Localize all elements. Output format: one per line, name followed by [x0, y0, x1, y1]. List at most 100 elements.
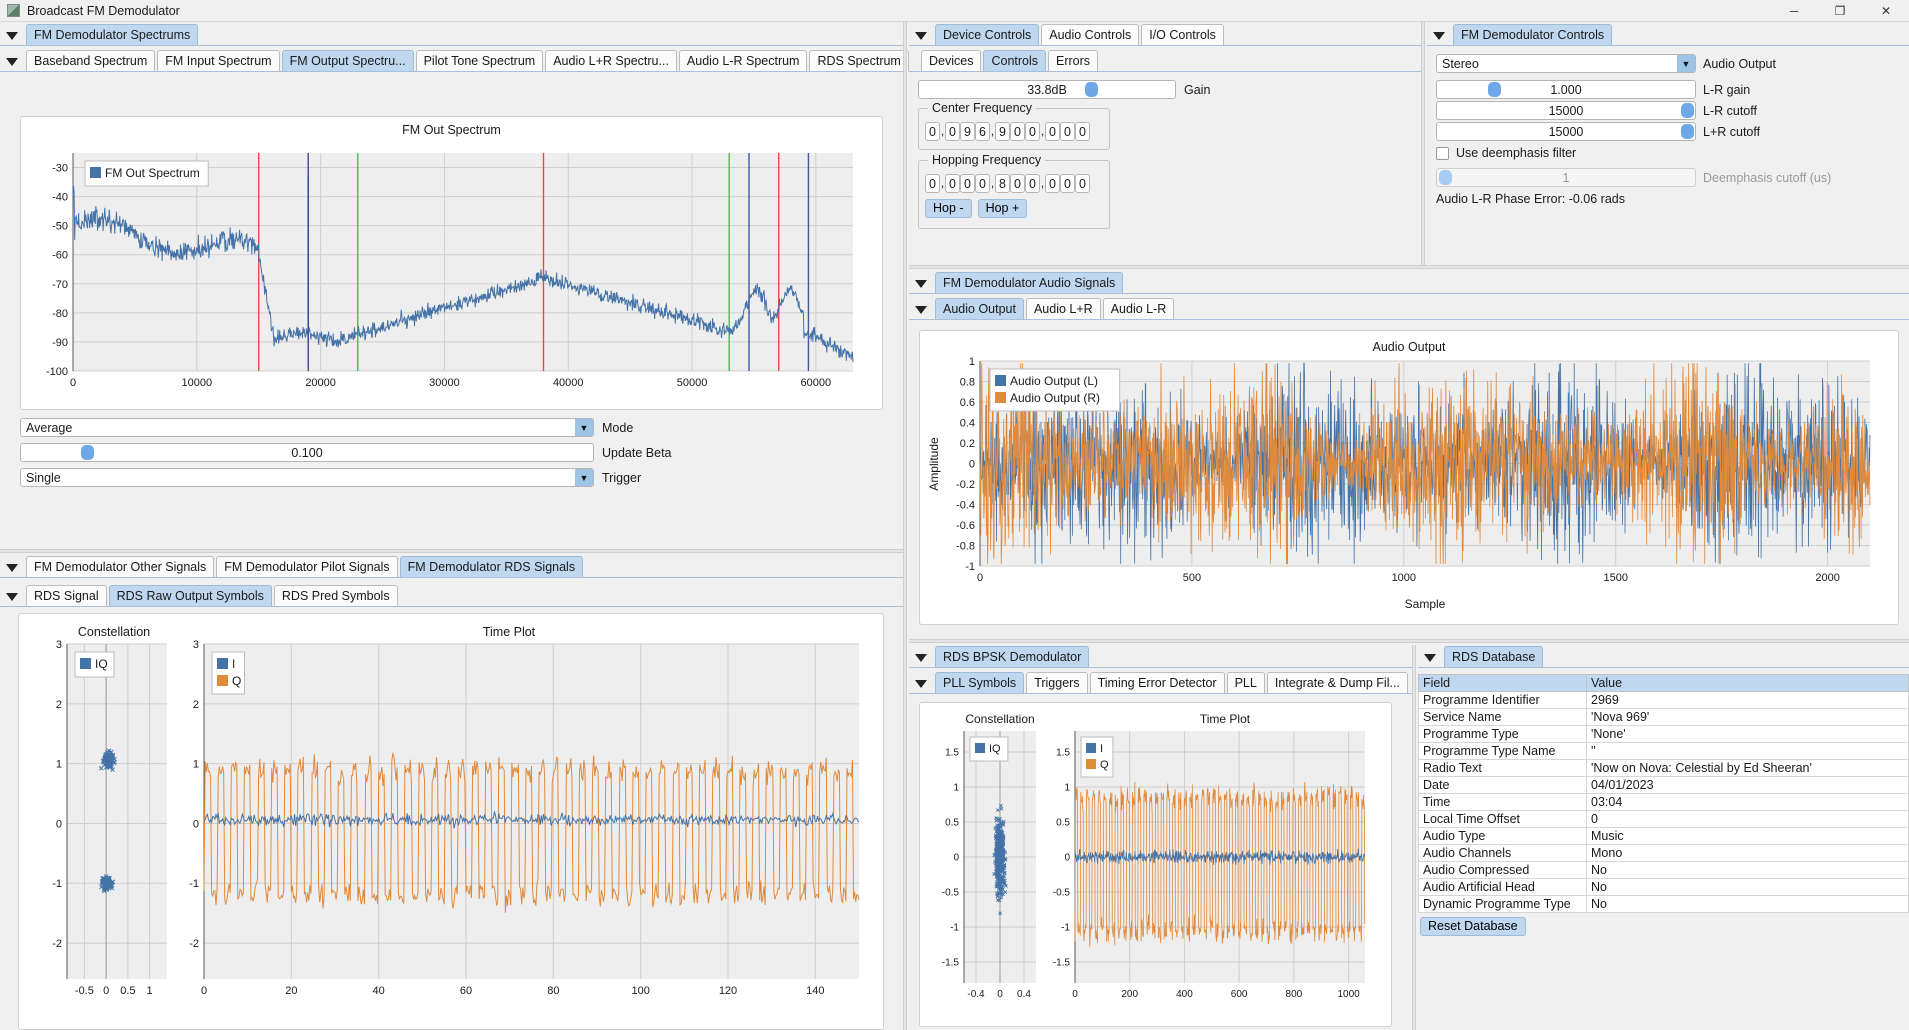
frequency-digit[interactable]: 0: [960, 174, 975, 193]
controls-vertical-divider[interactable]: [1421, 22, 1425, 265]
frequency-digit[interactable]: 0: [1010, 122, 1025, 141]
collapse-triangle-icon[interactable]: [1433, 32, 1445, 40]
tab-pilot-tone-spectrum[interactable]: Pilot Tone Spectrum: [415, 50, 544, 71]
table-row[interactable]: Audio Artificial Head No: [1418, 878, 1909, 896]
tab-fm-demodulator-controls[interactable]: FM Demodulator Controls: [1453, 24, 1613, 45]
lplusr-cutoff-slider[interactable]: 15000: [1436, 122, 1696, 141]
frequency-digit[interactable]: 0: [925, 174, 940, 193]
collapse-triangle-icon[interactable]: [6, 58, 18, 66]
maximize-button[interactable]: ❐: [1817, 0, 1863, 22]
frequency-digit[interactable]: 0: [975, 174, 990, 193]
tab-rds-spectrum[interactable]: RDS Spectrum: [809, 50, 909, 71]
tab-timing-error-detector[interactable]: Timing Error Detector: [1089, 672, 1225, 693]
tab-audio-l-minus-r[interactable]: Audio L-R: [1102, 298, 1175, 319]
trigger-combo[interactable]: Single ▼: [20, 468, 594, 487]
frequency-digit[interactable]: 0: [1025, 122, 1040, 141]
tab-rds-pred-symbols[interactable]: RDS Pred Symbols: [273, 585, 398, 606]
tab-audio-output[interactable]: Audio Output: [935, 298, 1024, 319]
frequency-digit[interactable]: 6: [975, 122, 990, 141]
tab-errors[interactable]: Errors: [1048, 50, 1099, 71]
frequency-digit[interactable]: 0: [945, 122, 960, 141]
deemphasis-checkbox[interactable]: [1436, 146, 1449, 160]
collapse-triangle-icon[interactable]: [915, 680, 927, 688]
hop-minus-button[interactable]: Hop -: [925, 199, 972, 218]
lr-cutoff-slider[interactable]: 15000: [1436, 101, 1696, 120]
frequency-digit[interactable]: 0: [1010, 174, 1025, 193]
fm-out-spectrum-plot[interactable]: 0 10000 20000 30000 40000 50000 60000 -100 -90 -8…: [21, 137, 882, 405]
tab-device-controls[interactable]: Device Controls: [935, 24, 1040, 45]
gain-thumb[interactable]: [1085, 82, 1098, 97]
table-row[interactable]: Audio Compressed No: [1418, 861, 1909, 879]
tab-audio-lr-diff-spectrum[interactable]: Audio L-R Spectrum: [678, 50, 808, 71]
table-row[interactable]: Local Time Offset 0: [1418, 810, 1909, 828]
table-row[interactable]: Time 03:04: [1418, 793, 1909, 811]
tab-pll-symbols[interactable]: PLL Symbols: [935, 672, 1025, 693]
tab-fm-demod-rds-signals[interactable]: FM Demodulator RDS Signals: [399, 556, 584, 577]
rds-raw-symbols-plots[interactable]: Constellation -0.5 0 0.5 1 -2 -1 0 1 2 3 IQ Time Plo…: [19, 614, 883, 1029]
tab-rds-database[interactable]: RDS Database: [1444, 646, 1544, 667]
frequency-digit[interactable]: 0: [1075, 174, 1090, 193]
lr-cutoff-thumb[interactable]: [1681, 103, 1694, 118]
table-row[interactable]: Audio Type Music: [1418, 827, 1909, 845]
tab-fm-output-spectrum[interactable]: FM Output Spectru...: [281, 50, 414, 71]
audio-output-combo[interactable]: Stereo ▼: [1436, 54, 1696, 73]
deemphasis-cutoff-thumb[interactable]: [1439, 170, 1452, 185]
frequency-digit[interactable]: 0: [1060, 122, 1075, 141]
tab-pll[interactable]: PLL: [1226, 672, 1265, 693]
tab-rds-raw-output-symbols[interactable]: RDS Raw Output Symbols: [108, 585, 272, 606]
frequency-digit[interactable]: 0: [1060, 174, 1075, 193]
tab-devices[interactable]: Devices: [921, 50, 982, 71]
tab-integrate-dump-filter[interactable]: Integrate & Dump Fil...: [1266, 672, 1408, 693]
close-button[interactable]: ✕: [1863, 0, 1909, 22]
frequency-digit[interactable]: 8: [995, 174, 1010, 193]
frequency-digit[interactable]: 0: [945, 174, 960, 193]
pll-symbols-plots[interactable]: Constellation -0.4 0 0.4 -1.5 -1 -0.5 0 0.5 1 1.5 I…: [920, 703, 1391, 1026]
tab-io-controls[interactable]: I/O Controls: [1141, 24, 1224, 45]
tab-audio-controls[interactable]: Audio Controls: [1041, 24, 1140, 45]
minimize-button[interactable]: ─: [1771, 0, 1817, 22]
tab-triggers[interactable]: Triggers: [1026, 672, 1088, 693]
collapse-triangle-icon[interactable]: [6, 593, 18, 601]
frequency-digit[interactable]: 0: [1075, 122, 1090, 141]
frequency-digit[interactable]: 9: [960, 122, 975, 141]
table-row[interactable]: Date 04/01/2023: [1418, 776, 1909, 794]
collapse-triangle-icon[interactable]: [1424, 654, 1436, 662]
left-horizontal-divider[interactable]: [0, 549, 903, 553]
table-row[interactable]: Programme Type 'None': [1418, 725, 1909, 743]
collapse-triangle-icon[interactable]: [915, 654, 927, 662]
audio-output-plot[interactable]: Audio Output 0 500 1000 1500 2000 -1 -0.8 -0.6 -0…: [920, 331, 1898, 624]
table-row[interactable]: Programme Type Name '': [1418, 742, 1909, 760]
lr-gain-slider[interactable]: 1.000: [1436, 80, 1696, 99]
tab-baseband-spectrum[interactable]: Baseband Spectrum: [26, 50, 156, 71]
frequency-digit[interactable]: 0: [925, 122, 940, 141]
mode-combo[interactable]: Average ▼: [20, 418, 594, 437]
chevron-down-icon[interactable]: ▼: [575, 469, 593, 486]
tab-audio-l-plus-r[interactable]: Audio L+R: [1025, 298, 1101, 319]
tab-fm-demodulator-spectrums[interactable]: FM Demodulator Spectrums: [26, 24, 199, 45]
tab-audio-lr-sum-spectrum[interactable]: Audio L+R Spectru...: [545, 50, 677, 71]
table-row[interactable]: Programme Identifier 2969: [1418, 691, 1909, 709]
collapse-triangle-icon[interactable]: [915, 306, 927, 314]
tab-fm-demod-other-signals[interactable]: FM Demodulator Other Signals: [26, 556, 215, 577]
main-vertical-divider[interactable]: [903, 22, 907, 1030]
collapse-triangle-icon[interactable]: [6, 564, 18, 572]
lplusr-cutoff-thumb[interactable]: [1681, 124, 1694, 139]
lr-gain-thumb[interactable]: [1488, 82, 1501, 97]
table-row[interactable]: Audio Channels Mono: [1418, 844, 1909, 862]
tab-rds-bpsk-demodulator[interactable]: RDS BPSK Demodulator: [935, 646, 1090, 667]
update-beta-thumb[interactable]: [81, 445, 94, 460]
frequency-digit[interactable]: 0: [1045, 122, 1060, 141]
chevron-down-icon[interactable]: ▼: [1677, 55, 1695, 72]
chevron-down-icon[interactable]: ▼: [575, 419, 593, 436]
frequency-digit[interactable]: 9: [995, 122, 1010, 141]
frequency-digit[interactable]: 0: [1045, 174, 1060, 193]
tab-fm-demod-pilot-signals[interactable]: FM Demodulator Pilot Signals: [216, 556, 398, 577]
tab-fm-demod-audio-signals[interactable]: FM Demodulator Audio Signals: [935, 272, 1124, 293]
table-row[interactable]: Radio Text 'Now on Nova: Celestial by Ed …: [1418, 759, 1909, 777]
hop-plus-button[interactable]: Hop +: [977, 199, 1028, 218]
table-row[interactable]: Service Name 'Nova 969': [1418, 708, 1909, 726]
tab-fm-input-spectrum[interactable]: FM Input Spectrum: [157, 50, 280, 71]
tab-rds-signal[interactable]: RDS Signal: [26, 585, 107, 606]
gain-slider[interactable]: 33.8dB: [918, 80, 1176, 99]
table-row[interactable]: Dynamic Programme Type No: [1418, 895, 1909, 913]
